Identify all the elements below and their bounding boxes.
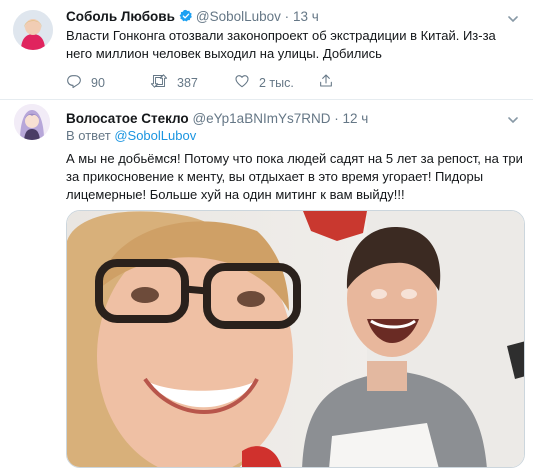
tweet-header: Соболь Любовь @SobolLubov · 13 ч [66,8,319,28]
author-avatar[interactable] [13,10,53,50]
reply-timestamp[interactable]: 12 ч [342,111,368,126]
reply-to-handle-link[interactable]: @SobolLubov [114,128,196,143]
separator-dot: · [334,111,339,126]
like-count: 2 тыс. [259,75,294,90]
tweet-media-video[interactable] [66,210,525,468]
retweet-count: 387 [177,75,198,90]
heart-icon [234,73,250,92]
reply-prefix: В ответ [66,128,111,143]
reply-icon [66,73,82,92]
reply-author-name[interactable]: Волосатое Стекло [66,111,189,126]
verified-badge-icon [179,9,193,28]
reply-text: А мы не добьёмся! Потому что пока людей … [66,151,523,202]
separator-dot: · [284,9,290,24]
tweet-timestamp[interactable]: 13 ч [293,9,319,24]
chevron-down-icon[interactable] [507,12,519,24]
tweet-actions: 90 387 2 тыс. [66,73,486,91]
reply-header: Волосатое Стекло @eYp1aBNImYs7RND · 12 ч [66,110,368,128]
tweet-text: Власти Гонконга отозвали законопроект об… [66,28,496,61]
reply-context: В ответ @SobolLubov [66,128,196,144]
author-handle[interactable]: @SobolLubov [196,9,281,24]
share-icon [318,73,334,92]
retweet-button[interactable]: 387 [150,73,198,92]
reply-count: 90 [91,75,105,90]
share-button[interactable] [318,73,334,92]
reply-author-avatar[interactable] [14,104,50,140]
like-button[interactable]: 2 тыс. [234,73,294,92]
reply-author-handle[interactable]: @eYp1aBNImYs7RND [192,111,330,126]
reply-button[interactable]: 90 [66,73,105,92]
tweet-original[interactable]: Соболь Любовь @SobolLubov · 13 ч Власти Г… [0,0,533,100]
author-name[interactable]: Соболь Любовь [66,9,175,24]
chevron-down-icon[interactable] [507,113,519,125]
retweet-icon [150,73,168,92]
